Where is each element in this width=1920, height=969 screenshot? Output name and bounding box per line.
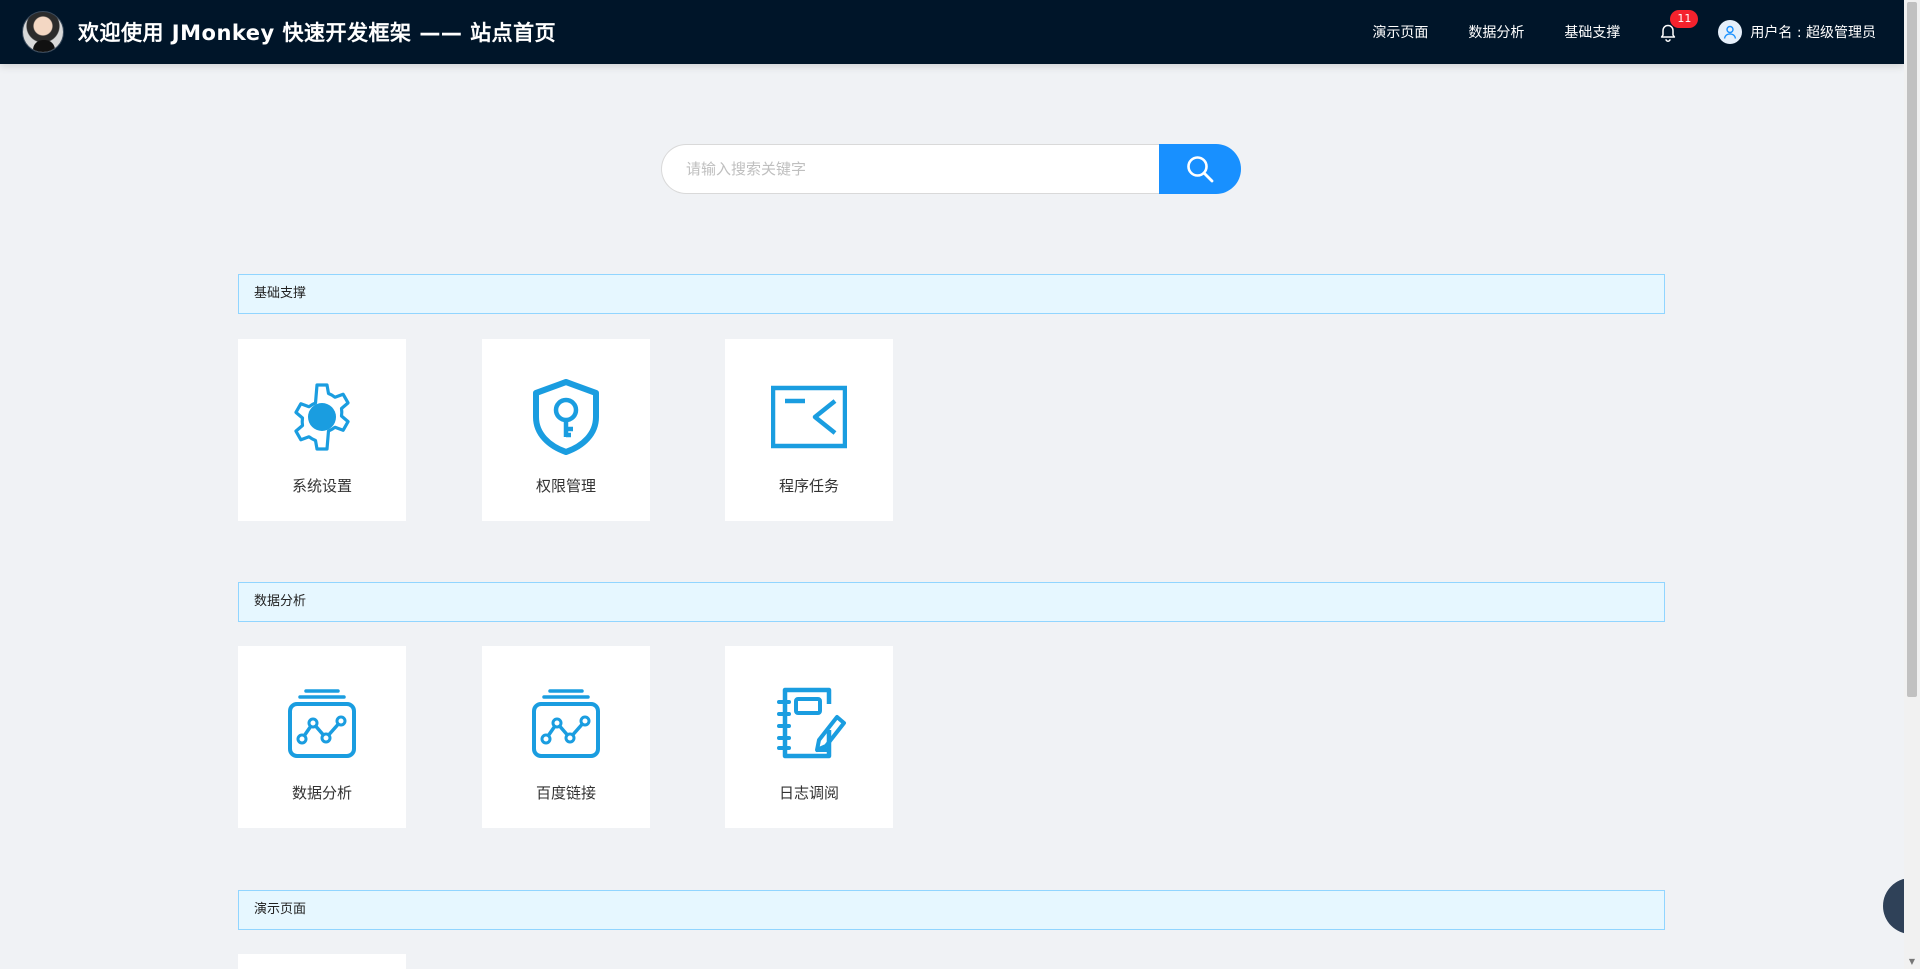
card-permission-management[interactable]: 权限管理 [482, 339, 650, 521]
notebook-pen-icon [771, 686, 847, 762]
user-name-label: 用户名 : 超级管理员 [1750, 25, 1876, 41]
search-icon [1187, 156, 1214, 183]
section-title-basic-support: 基础支撑 [238, 274, 1665, 314]
chart-card-icon [284, 686, 360, 762]
search-bar [661, 144, 1241, 194]
card-data-analysis[interactable]: 数据分析 [238, 646, 406, 828]
card-label: 权限管理 [535, 477, 596, 495]
notification-bell-icon[interactable]: 11 [1660, 10, 1699, 42]
card-system-settings[interactable]: 系统设置 [238, 339, 406, 521]
scroll-down-arrow-icon[interactable]: ▼ [1907, 957, 1917, 967]
card-baidu-link[interactable]: 百度链接 [482, 646, 650, 828]
page-scrollbar[interactable]: ▼ [1904, 0, 1920, 969]
top-nav: 演示页面 数据分析 基础支撑 11 用户名 : 超级管理员 [1372, 0, 1904, 64]
notification-badge: 11 [1670, 10, 1699, 28]
section-title-demo: 演示页面 [238, 890, 1665, 930]
terminal-icon [771, 379, 847, 455]
shield-key-icon [528, 379, 604, 455]
card-label: 数据分析 [291, 784, 352, 802]
site-title: 欢迎使用 JMonkey 快速开发框架 —— 站点首页 [78, 21, 557, 45]
card-label: 程序任务 [778, 477, 839, 495]
card-log-viewer[interactable]: 日志调阅 [725, 646, 893, 828]
search-input[interactable] [661, 144, 1159, 194]
card-label: 系统设置 [291, 477, 352, 495]
top-header: 欢迎使用 JMonkey 快速开发框架 —— 站点首页 演示页面 数据分析 基础… [0, 0, 1904, 64]
card-label: 日志调阅 [778, 784, 839, 802]
nav-item-demo[interactable]: 演示页面 [1372, 22, 1428, 42]
nav-item-data-analysis[interactable]: 数据分析 [1468, 22, 1524, 42]
logo-avatar[interactable] [22, 11, 64, 53]
card-label: 百度链接 [535, 784, 596, 802]
chart-card-icon [528, 686, 604, 762]
card-demo-partial[interactable] [238, 954, 406, 969]
scrollbar-thumb[interactable] [1907, 2, 1917, 697]
user-menu[interactable]: 用户名 : 超级管理员 [1718, 20, 1876, 44]
nav-item-basic-support[interactable]: 基础支撑 [1564, 22, 1620, 42]
search-button[interactable] [1159, 144, 1241, 194]
card-program-tasks[interactable]: 程序任务 [725, 339, 893, 521]
user-avatar-icon [1718, 20, 1743, 44]
gear-icon [284, 379, 360, 455]
section-title-data-analysis: 数据分析 [238, 582, 1665, 622]
